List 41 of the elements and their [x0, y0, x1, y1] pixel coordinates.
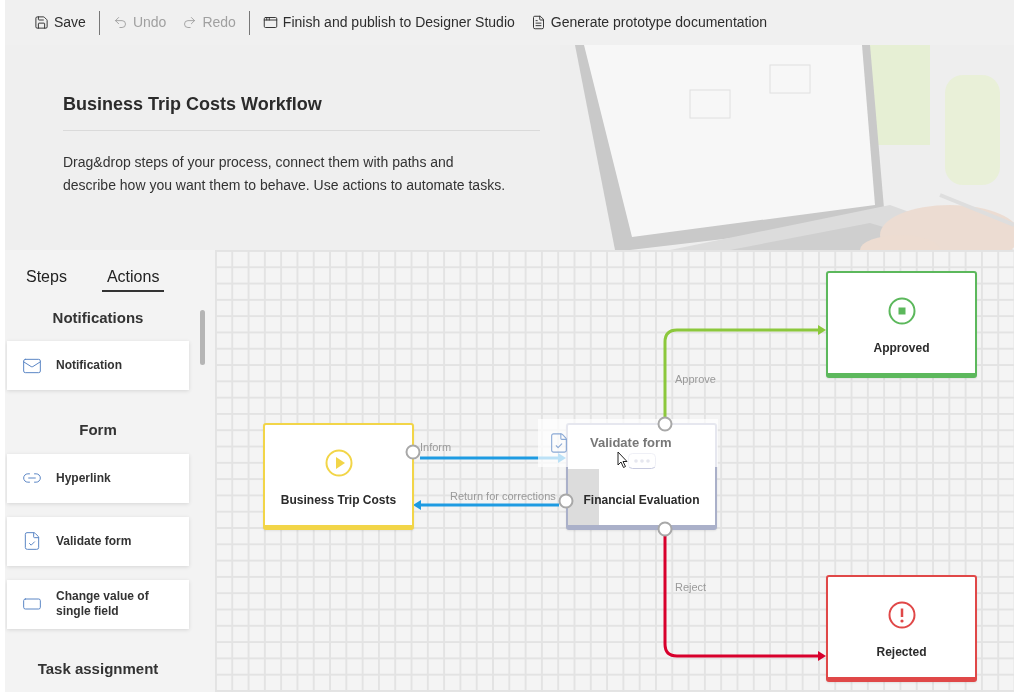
path-label: Approve [675, 372, 716, 387]
document-icon [530, 15, 546, 30]
alert-icon [887, 601, 916, 629]
redo-icon [182, 15, 198, 30]
save-button[interactable]: Save [31, 8, 89, 37]
sidebar-tab[interactable]: Actions [101, 264, 165, 292]
workflow-canvas[interactable]: Inform Return for corrections Approve Reject Business Trip Costs Financial Evaluation Approved Rejected Validate form [215, 250, 1014, 692]
workflow-step[interactable]: Rejected [826, 575, 977, 682]
toolbar-button[interactable]: Finish and publish to Designer Studio [259, 8, 518, 37]
action-card[interactable]: Validate form [7, 516, 189, 566]
scrollbar[interactable] [200, 310, 205, 365]
path-label: Reject [675, 580, 707, 595]
workflow-description: Drag&drop steps of your process, connect them with paths and describe how you want them to behave. Use actions to automate tasks. [63, 153, 507, 195]
sidebar-tab[interactable]: Steps [21, 264, 72, 292]
save-icon [34, 15, 49, 30]
path-label: Return for corrections [450, 489, 556, 504]
workflow-step[interactable]: Approved [826, 271, 977, 378]
step-label: Approved [873, 340, 930, 357]
path-label: Inform [420, 440, 452, 455]
stop-icon [887, 297, 916, 325]
action-card[interactable]: Hyperlink [7, 453, 189, 503]
workflow-step[interactable]: Business Trip Costs [263, 423, 414, 530]
step-label: Rejected [876, 644, 927, 661]
undo-icon [112, 15, 128, 30]
document-check-icon [22, 531, 42, 551]
window-icon [262, 15, 278, 30]
section-title: Notifications [51, 307, 145, 328]
document-check-icon [548, 432, 570, 454]
action-card[interactable]: Notification [7, 341, 189, 390]
section-title: Task assignment [36, 658, 160, 679]
toolbar-button[interactable]: Generate prototype documentation [527, 8, 771, 37]
step-label: Business Trip Costs [280, 492, 397, 509]
workflow-title: Business Trip Costs Workflow [63, 91, 540, 131]
section-title: Form [78, 420, 118, 440]
connector-arrow[interactable] [663, 536, 826, 661]
connector-arrow[interactable] [413, 500, 559, 510]
play-icon [324, 449, 353, 477]
action-card[interactable]: Change value of single field [7, 579, 189, 629]
cursor-icon [617, 451, 629, 469]
step-label: Financial Evaluation [583, 492, 700, 509]
drag-preview-label: Validate form [590, 434, 672, 453]
